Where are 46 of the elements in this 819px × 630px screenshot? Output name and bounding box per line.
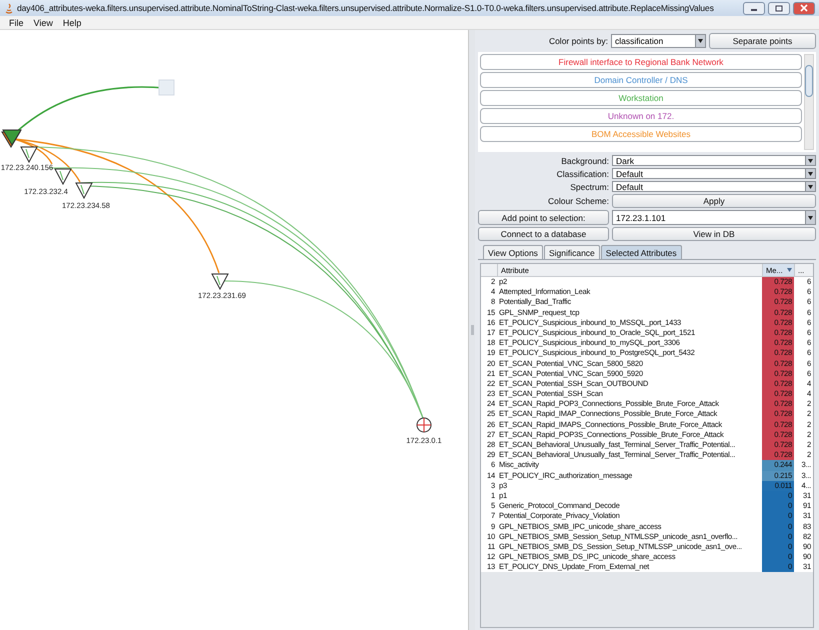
maximize-icon	[775, 4, 783, 12]
field-label: Colour Scheme:	[547, 196, 609, 206]
legend-item[interactable]: Firewall interface to Regional Bank Network	[480, 54, 802, 70]
tab[interactable]: Significance	[544, 245, 600, 259]
close-button[interactable]	[793, 2, 815, 14]
point-combo[interactable]: 172.23.1.101	[612, 210, 816, 225]
dropdown-icon	[695, 35, 705, 47]
field-label: Spectrum:	[569, 182, 609, 192]
menu-item[interactable]: Help	[58, 18, 86, 28]
field-label: Color points by:	[548, 36, 608, 46]
triangle-node[interactable]	[75, 182, 93, 200]
dropdown-icon	[805, 169, 815, 178]
scrollbar[interactable]	[804, 54, 814, 150]
cluster-node[interactable]	[1, 130, 22, 148]
legend-item[interactable]: Unknown on 172.	[480, 108, 802, 124]
maximize-button[interactable]	[768, 2, 790, 14]
field-label: Background:	[560, 156, 609, 166]
tab[interactable]: Selected Attributes	[600, 245, 682, 259]
menu-item[interactable]: File	[4, 18, 29, 28]
setting-select[interactable]: Dark	[612, 155, 816, 166]
apply-button[interactable]: Apply	[612, 194, 816, 208]
separate-points-button[interactable]: Separate points	[709, 33, 816, 49]
add-point-button[interactable]: Add point to selection:	[478, 210, 609, 225]
setting-select[interactable]: Default	[612, 168, 816, 179]
target-node[interactable]	[416, 418, 432, 432]
app-icon	[4, 2, 14, 14]
setting-select[interactable]: Default	[612, 181, 816, 192]
connect-database-button[interactable]: Connect to a database	[478, 227, 609, 241]
triangle-node[interactable]	[54, 168, 72, 186]
legend-item[interactable]: Domain Controller / DNS	[480, 72, 802, 88]
dropdown-icon	[805, 156, 815, 165]
field-label: Classification:	[556, 168, 609, 178]
close-icon	[800, 4, 808, 12]
minimize-button[interactable]	[743, 2, 765, 14]
splitter-handle[interactable]	[469, 30, 475, 630]
view-db-button[interactable]: View in DB	[612, 227, 816, 241]
tab[interactable]: View Options	[483, 245, 543, 259]
dropdown-icon	[805, 211, 815, 224]
color-by-select[interactable]: classification	[611, 34, 706, 48]
window-title: day406_attributes-weka.filters.unsupervised.attribute.NominalToString-Clast-weka.filters.unsupervised.attribute.Normalize-S1.0-T0.0-weka.filters.unsupervised.attribute.ReplaceMissingValues	[17, 3, 715, 13]
triangle-node[interactable]	[211, 274, 229, 290]
menu-item[interactable]: View	[28, 18, 58, 28]
square-node[interactable]	[158, 80, 174, 96]
sort-icon	[786, 268, 792, 272]
dropdown-icon	[805, 182, 815, 191]
triangle-node[interactable]	[20, 146, 38, 164]
